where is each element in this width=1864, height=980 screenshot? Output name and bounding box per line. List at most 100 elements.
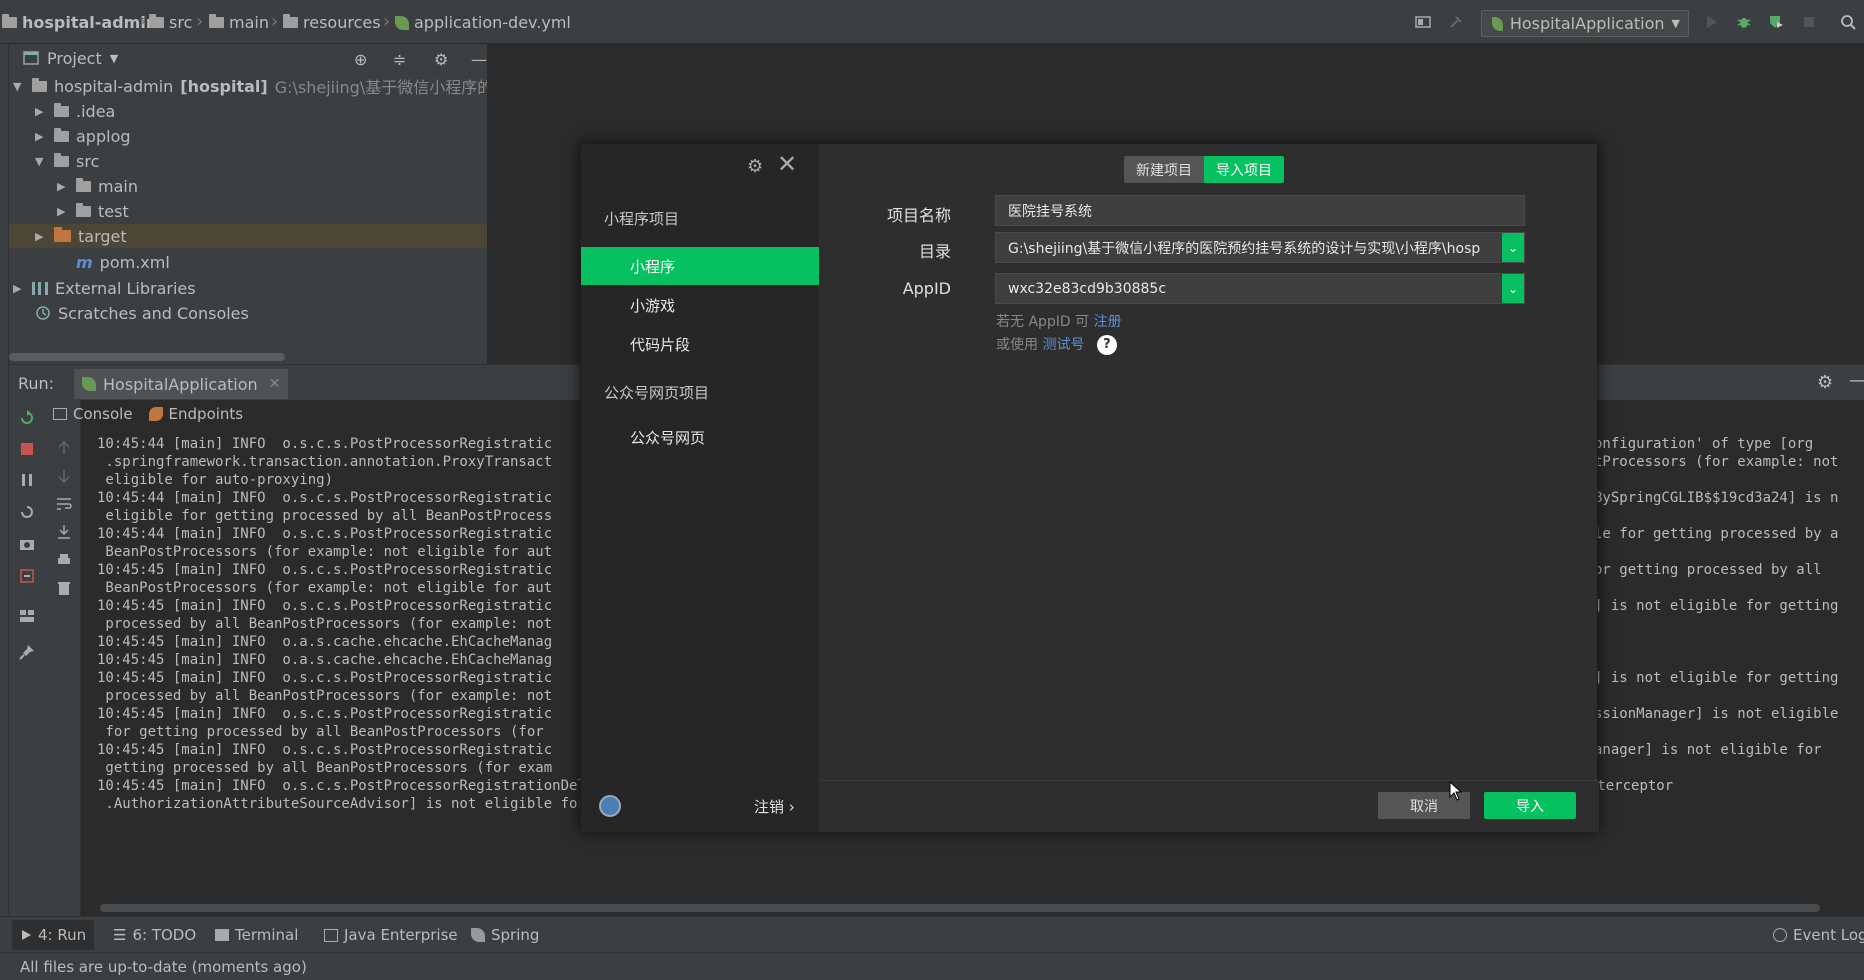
run-tab-hospital-application[interactable]: HospitalApplication ✕: [74, 369, 289, 399]
breadcrumb-main[interactable]: main: [209, 13, 269, 32]
console-line-right: le for getting processed by a: [1594, 526, 1839, 542]
tool-tab-terminal[interactable]: Terminal: [215, 926, 298, 944]
project-icon: [23, 51, 39, 65]
tool-tab-label: Event Log: [1793, 926, 1864, 944]
pin-icon[interactable]: [19, 644, 35, 660]
help-icon[interactable]: ?: [1096, 335, 1117, 355]
test-account-link[interactable]: 测试号: [1042, 337, 1084, 353]
section-official-title: 公众号网页项目: [604, 384, 710, 402]
console-horizontal-scrollbar[interactable]: [100, 904, 1820, 912]
breadcrumb-file[interactable]: application-dev.yml: [395, 13, 571, 32]
tree-root-hospital-admin[interactable]: ▼ hospital-admin [hospital] G:\shejiing\…: [13, 74, 525, 98]
tool-tab-spring[interactable]: Spring: [471, 926, 539, 944]
tool-tab-event-log[interactable]: Event Log: [1773, 926, 1864, 944]
project-panel-title[interactable]: Project: [47, 49, 102, 68]
tab-console[interactable]: Console: [53, 405, 133, 423]
run-config-dropdown[interactable]: HospitalApplication ▼: [1481, 10, 1689, 37]
root-module: [hospital]: [180, 76, 268, 96]
breadcrumb-resources[interactable]: resources: [283, 13, 381, 32]
sidebar-item-miniprogram[interactable]: 小程序: [581, 247, 819, 285]
scroll-to-end-icon[interactable]: [56, 524, 72, 540]
search-icon[interactable]: [1840, 14, 1856, 30]
collapsed-triangle-icon: ▶: [35, 229, 44, 243]
locate-icon[interactable]: ⊕: [354, 50, 367, 69]
collapsed-triangle-icon: ▶: [35, 104, 44, 118]
tree-item-scratches[interactable]: Scratches and Consoles: [35, 301, 249, 325]
tab-endpoints[interactable]: Endpoints: [148, 405, 243, 423]
sidebar-item-code-snippet[interactable]: 代码片段: [581, 325, 819, 363]
arrow-down-icon[interactable]: [56, 468, 72, 484]
tree-item-target[interactable]: ▶ target: [9, 224, 487, 248]
console-toolbar: [47, 400, 81, 916]
excluded-folder-icon: [54, 227, 71, 242]
tree-item-idea[interactable]: ▶ .idea: [35, 99, 115, 123]
arrow-up-icon[interactable]: [56, 440, 72, 456]
run-icon[interactable]: [1704, 14, 1720, 30]
gear-icon[interactable]: ⚙: [747, 156, 763, 177]
tree-item-applog[interactable]: ▶ applog: [35, 124, 131, 148]
coverage-icon[interactable]: [1768, 14, 1784, 30]
hammer-icon[interactable]: [1448, 14, 1464, 30]
chevron-down-icon[interactable]: ▼: [110, 52, 118, 65]
appid-input[interactable]: wxc32e83cd9b30885c ⌄: [995, 273, 1525, 304]
breadcrumb-resources-label: resources: [303, 13, 381, 32]
list-icon: ☰: [113, 926, 127, 944]
camera-icon[interactable]: [19, 536, 35, 552]
tool-tab-todo[interactable]: ☰ 6: TODO: [113, 926, 196, 944]
stop-icon[interactable]: [19, 441, 35, 457]
folder-icon: [54, 127, 69, 142]
tree-item-pom[interactable]: m pom.xml: [57, 250, 170, 274]
library-icon: [32, 281, 48, 295]
trash-icon[interactable]: [56, 580, 72, 596]
project-horizontal-scrollbar[interactable]: [9, 353, 285, 361]
console-tabs: Console Endpoints: [47, 400, 243, 428]
layout-icon[interactable]: [1415, 14, 1431, 30]
tab-new-project[interactable]: 新建项目: [1124, 156, 1204, 183]
debug-icon[interactable]: [1736, 14, 1752, 30]
tree-item-src[interactable]: ▼ src: [35, 149, 99, 173]
rerun-icon[interactable]: [19, 410, 35, 426]
exit-icon[interactable]: [19, 568, 35, 584]
avatar[interactable]: [599, 795, 621, 817]
section-miniprogram-title: 小程序项目: [604, 210, 680, 228]
tab-import-project[interactable]: 导入项目: [1204, 156, 1284, 183]
tree-item-test[interactable]: ▶ test: [57, 199, 129, 223]
project-name-input[interactable]: 医院挂号系统: [995, 195, 1525, 226]
tree-item-external-libraries[interactable]: ▶ External Libraries: [13, 276, 196, 300]
breadcrumb-file-label: application-dev.yml: [414, 13, 571, 32]
pause-icon[interactable]: [19, 472, 35, 488]
breadcrumb-src[interactable]: src: [149, 13, 192, 32]
import-button[interactable]: 导入: [1484, 792, 1576, 819]
layout-icon[interactable]: [19, 608, 35, 624]
minimize-icon[interactable]: —: [1849, 370, 1864, 391]
sidebar-item-label: 小游戏: [630, 296, 676, 315]
restore-icon[interactable]: [19, 504, 35, 520]
tree-item-main[interactable]: ▶ main: [57, 174, 138, 198]
close-icon[interactable]: ✕: [269, 376, 281, 392]
expanded-triangle-icon: ▼: [35, 154, 44, 168]
collapse-all-icon[interactable]: ≑: [393, 50, 406, 69]
tool-tab-run[interactable]: 4: Run: [12, 920, 95, 950]
soft-wrap-icon[interactable]: [56, 496, 72, 512]
minimize-icon[interactable]: —: [471, 50, 487, 69]
directory-input[interactable]: G:\shejiing\基于微信小程序的医院预约挂号系统的设计与实现\小程序\h…: [995, 232, 1525, 263]
sidebar-item-minigame[interactable]: 小游戏: [581, 286, 819, 324]
print-icon[interactable]: [56, 552, 72, 568]
close-icon[interactable]: ✕: [777, 152, 797, 176]
breadcrumb-project[interactable]: hospital-admin: [2, 13, 157, 32]
stop-icon[interactable]: [1801, 14, 1817, 30]
chevron-down-icon[interactable]: ⌄: [1502, 233, 1524, 262]
tab-console-label: Console: [73, 405, 133, 423]
chevron-down-icon[interactable]: ⌄: [1502, 274, 1524, 303]
breadcrumb-separator: ›: [271, 11, 279, 32]
logout-link[interactable]: 注销 ›: [754, 796, 795, 817]
gear-icon[interactable]: ⚙: [1817, 372, 1833, 393]
status-bar: All files are up-to-date (moments ago): [0, 952, 1864, 980]
register-link[interactable]: 注册: [1094, 314, 1122, 330]
breadcrumb-separator: ›: [383, 11, 391, 32]
tool-tab-label: 6: TODO: [132, 926, 197, 944]
tool-tab-java-enterprise[interactable]: Java Enterprise: [324, 926, 458, 944]
maven-icon: m: [76, 252, 93, 272]
gear-icon[interactable]: ⚙: [434, 50, 448, 69]
sidebar-item-official-web[interactable]: 公众号网页: [581, 418, 819, 456]
